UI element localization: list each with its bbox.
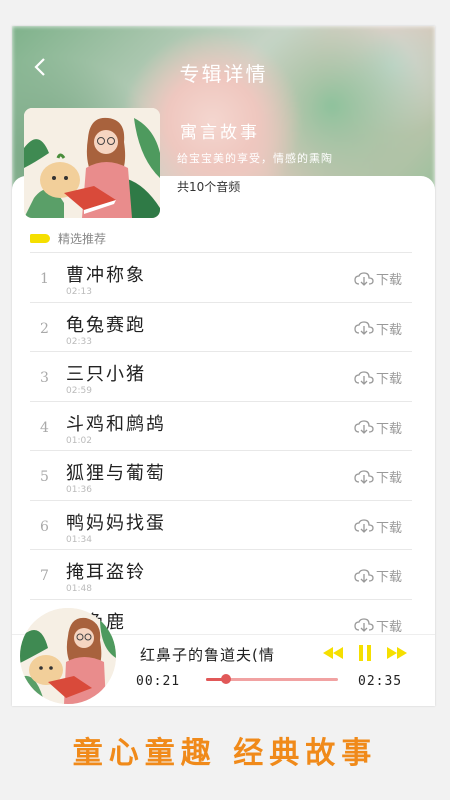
download-label: 下载 (375, 520, 402, 536)
track-index: 1 (40, 271, 49, 287)
cloud-download-icon (354, 469, 374, 484)
now-playing-cover[interactable] (20, 608, 116, 704)
cloud-download-icon (354, 519, 374, 533)
album-cover (24, 108, 160, 218)
track-duration: 01:48 (66, 584, 92, 594)
cloud-download-icon (354, 370, 374, 385)
download-label: 下载 (375, 570, 402, 585)
track-row[interactable]: 6 鸭妈妈找蛋 01:34 下载 (30, 499, 412, 550)
track-index: 5 (40, 469, 49, 485)
track-name: 曹冲称象 (66, 265, 146, 286)
track-name: 三只小猪 (66, 364, 146, 385)
track-name: 龟兔赛跑 (66, 314, 146, 336)
current-time: 00:21 (136, 674, 181, 689)
previous-icon[interactable] (322, 644, 344, 666)
track-index: 2 (40, 320, 49, 337)
download-label: 下载 (375, 372, 402, 387)
track-row[interactable]: 1 曹冲称象 02:13 下载 (30, 252, 412, 302)
album-track-count: 共10个音频 (177, 180, 241, 194)
track-name: 鸭妈妈找蛋 (66, 512, 166, 534)
track-duration: 01:02 (66, 435, 92, 446)
cloud-download-icon (354, 271, 374, 286)
progress-handle[interactable] (220, 674, 231, 684)
now-playing-title: 红鼻子的鲁道夫(情 (140, 646, 275, 664)
track-duration: 02:33 (66, 336, 92, 347)
download-label: 下载 (375, 421, 402, 437)
track-duration: 02:13 (66, 287, 92, 297)
total-time: 02:35 (358, 674, 403, 689)
track-row[interactable]: 4 斗鸡和鹧鸪 01:02 下载 (30, 400, 412, 451)
track-name: 掩耳盗铃 (66, 562, 146, 583)
track-index: 6 (40, 518, 49, 535)
download-button[interactable]: 下载 (354, 418, 402, 437)
progress-slider[interactable] (206, 674, 338, 684)
download-label: 下载 (375, 471, 402, 486)
download-button[interactable]: 下载 (354, 467, 402, 486)
cloud-download-icon (354, 420, 374, 434)
cloud-download-icon (354, 321, 374, 335)
track-duration: 02:59 (66, 386, 92, 396)
track-row[interactable]: 2 龟兔赛跑 02:33 下载 (30, 301, 412, 352)
section-tag-icon (30, 234, 50, 243)
album-title: 寓言故事 (180, 123, 260, 143)
track-row[interactable]: 3 三只小猪 02:59 下载 (30, 351, 412, 401)
promo-slogan: 童心童趣 经典故事 (72, 736, 378, 771)
track-name: 狐狸与葡萄 (66, 463, 166, 484)
next-icon[interactable] (386, 644, 408, 666)
download-button[interactable]: 下载 (354, 319, 402, 338)
track-row[interactable]: 7 掩耳盗铃 01:48 下载 (30, 549, 412, 599)
track-list: 1 曹冲称象 02:13 下载 2 龟兔赛跑 02:33 下载 3 三只小猪 02:59 下载 4 斗鸡和… (30, 252, 412, 648)
track-duration: 01:34 (66, 534, 92, 545)
track-name: 斗鸡和鹧鸪 (66, 413, 166, 435)
track-index: 3 (40, 370, 49, 386)
download-label: 下载 (375, 322, 402, 338)
download-button[interactable]: 下载 (354, 269, 402, 288)
album-subtitle: 给宝宝美的享受，情感的熏陶 (177, 152, 333, 165)
track-index: 7 (40, 568, 49, 584)
download-button[interactable]: 下载 (354, 368, 402, 387)
download-button[interactable]: 下载 (354, 566, 402, 585)
page-title: 专辑详情 (179, 62, 268, 86)
track-duration: 01:36 (66, 485, 92, 495)
cloud-download-icon (354, 568, 374, 583)
download-label: 下载 (375, 273, 402, 288)
download-label: 下载 (375, 619, 402, 635)
pause-icon[interactable] (356, 644, 374, 666)
section-label: 精选推荐 (58, 232, 107, 246)
download-button[interactable]: 下载 (354, 616, 402, 635)
track-index: 4 (40, 419, 49, 436)
cloud-download-icon (354, 618, 374, 632)
section-header: 精选推荐 (30, 230, 106, 247)
track-row[interactable]: 5 狐狸与葡萄 01:36 下载 (30, 450, 412, 500)
download-button[interactable]: 下载 (354, 517, 402, 536)
app-screen: 专辑详情 寓言故事 给宝宝美的享受，情感的熏陶 共10个音频 精选推荐 1 曹冲称… (12, 26, 435, 706)
